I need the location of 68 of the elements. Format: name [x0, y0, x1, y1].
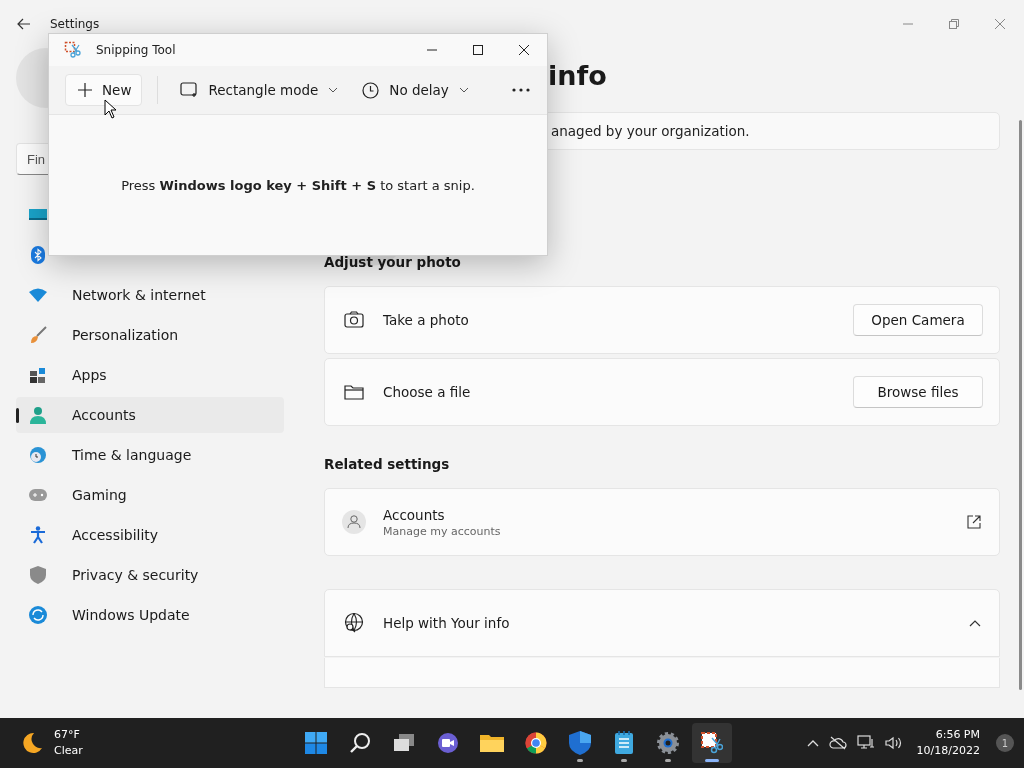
window-title: Snipping Tool: [96, 43, 176, 57]
gamepad-icon: [28, 489, 48, 501]
section-title: Related settings: [324, 456, 451, 474]
close-icon[interactable]: [518, 44, 530, 56]
nav-item[interactable]: Privacy & security: [16, 557, 284, 593]
nav-item[interactable]: Network & internet: [16, 277, 284, 313]
back-arrow-icon[interactable]: [17, 18, 31, 30]
selection-indicator: [16, 408, 19, 423]
weather-condition: Clear: [54, 743, 83, 759]
accessibility-icon: [28, 526, 48, 544]
paintbrush-icon: [28, 326, 48, 344]
notification-badge[interactable]: 1: [996, 734, 1014, 752]
card-label: Help with Your info: [383, 615, 511, 631]
shield-icon: [28, 566, 48, 584]
instruction-text: Press Windows logo key + Shift + S to start a snip.: [121, 177, 475, 193]
monitor-icon: [28, 208, 48, 222]
nav-item[interactable]: Personalization: [16, 317, 284, 353]
external-link-icon[interactable]: [967, 515, 983, 529]
bluetooth-icon: [28, 246, 48, 264]
action-button[interactable]: Open Camera: [853, 304, 983, 336]
nav-item[interactable]: Time & language: [16, 437, 284, 473]
volume-icon[interactable]: [884, 736, 903, 750]
scrollbar[interactable]: [1019, 120, 1022, 690]
mode-dropdown[interactable]: Rectangle mode: [172, 74, 347, 106]
nav-item[interactable]: Windows Update: [16, 597, 284, 633]
scissors-icon: [64, 41, 82, 59]
chevron-up-icon[interactable]: [806, 739, 819, 747]
moon-icon: [20, 731, 44, 755]
rectangle-icon: [180, 82, 199, 98]
restore-icon[interactable]: [948, 18, 960, 30]
notice-text: anaged by your organization.: [551, 123, 750, 139]
person-icon: [342, 510, 366, 534]
card-label: Take a photo: [383, 312, 470, 328]
nav-item[interactable]: Apps: [16, 357, 284, 393]
chevron-down-icon: [458, 87, 469, 93]
plus-icon: [78, 83, 92, 97]
chevron-up-icon[interactable]: [969, 619, 983, 627]
card-label: Choose a file: [383, 384, 472, 400]
globe-clock-icon: [28, 446, 48, 464]
clock[interactable]: 6:56 PM 10/18/2022: [916, 727, 980, 759]
globe-search-icon: [342, 612, 366, 634]
apps-icon: [28, 367, 48, 383]
section-title: Adjust your photo: [324, 254, 462, 272]
more-icon[interactable]: [512, 88, 530, 92]
clock-icon: [362, 81, 380, 99]
chevron-down-icon: [328, 87, 339, 93]
card-description: Manage my accounts: [383, 524, 502, 538]
cloud-off-icon[interactable]: [828, 736, 847, 750]
temperature: 67°F: [54, 727, 81, 743]
update-icon: [28, 606, 48, 624]
nav-item[interactable]: Accessibility: [16, 517, 284, 553]
window-title: Settings: [50, 17, 100, 31]
card-label: Accounts: [383, 506, 446, 523]
settings-card[interactable]: Help with Your info: [324, 589, 1000, 657]
maximize-icon[interactable]: [472, 44, 484, 56]
scissors-icon[interactable]: [692, 723, 732, 763]
network-icon[interactable]: [856, 735, 875, 751]
page-heading: info: [548, 59, 607, 93]
new-button[interactable]: New: [65, 74, 143, 106]
delay-dropdown[interactable]: No delay: [354, 74, 477, 106]
person-icon: [28, 406, 48, 424]
action-button[interactable]: Browse files: [853, 376, 983, 408]
folder-icon: [342, 384, 366, 400]
settings-card[interactable]: Accounts Manage my accounts: [324, 488, 1000, 556]
camera-icon: [342, 311, 366, 329]
wifi-icon: [28, 288, 48, 302]
nav-item[interactable]: Accounts: [16, 397, 284, 433]
nav-item[interactable]: Gaming: [16, 477, 284, 513]
